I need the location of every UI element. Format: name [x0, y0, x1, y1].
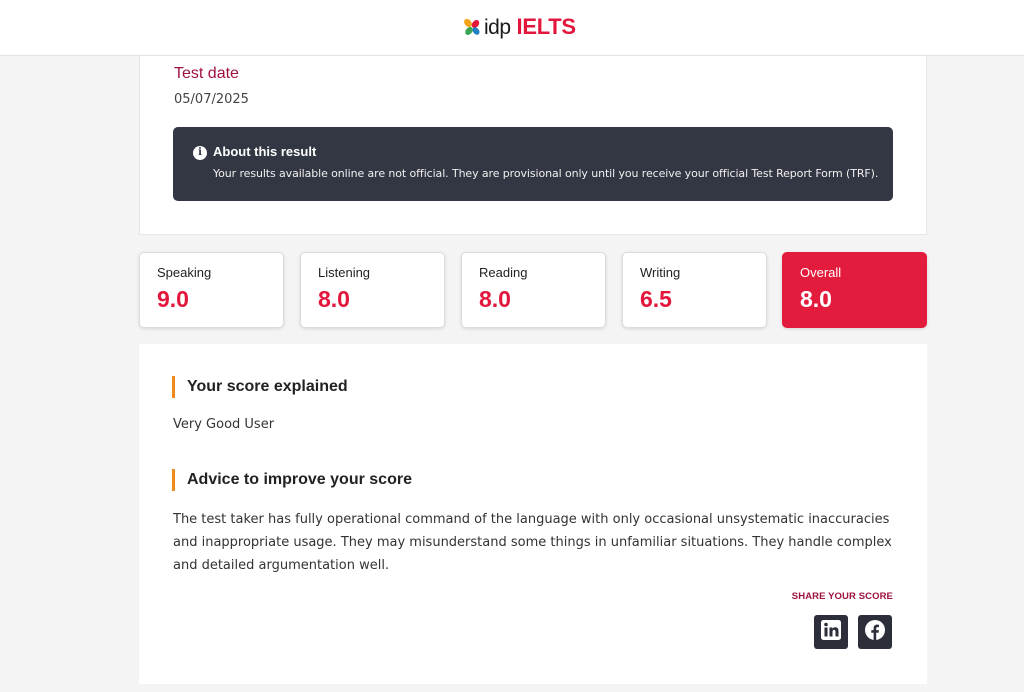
score-label: Writing — [640, 265, 681, 280]
score-label: Speaking — [157, 265, 212, 280]
test-info-card: Test date 05/07/2025 i About this result… — [139, 56, 927, 235]
logo-idp-text: idp — [484, 15, 511, 39]
score-value: 8.0 — [479, 286, 511, 312]
advice-heading: Advice to improve your score — [172, 469, 412, 491]
about-result-text: Your results available online are not of… — [213, 167, 879, 180]
score-card-writing: Writing 6.5 — [622, 252, 767, 328]
score-card-listening: Listening 8.0 — [300, 252, 445, 328]
idp-ielts-logo[interactable]: idp IELTS — [462, 14, 576, 40]
about-result-banner: i About this result Your results availab… — [173, 127, 893, 201]
score-explained-heading: Your score explained — [172, 376, 348, 398]
advice-text: The test taker has fully operational com… — [173, 512, 892, 573]
info-icon: i — [193, 146, 207, 160]
score-value: 8.0 — [318, 286, 350, 312]
linkedin-share-button[interactable] — [814, 615, 848, 649]
score-card-overall: Overall 8.0 — [782, 252, 927, 328]
score-value: 8.0 — [800, 286, 832, 312]
score-card-speaking: Speaking 9.0 — [139, 252, 284, 328]
logo-ielts-text: IELTS — [516, 14, 577, 39]
linkedin-icon — [820, 619, 842, 646]
facebook-share-button[interactable] — [858, 615, 892, 649]
about-result-title: About this result — [213, 144, 317, 159]
test-date-label: Test date — [174, 65, 239, 82]
score-value: 6.5 — [640, 286, 672, 312]
test-date-value: 05/07/2025 — [174, 92, 249, 107]
facebook-icon — [864, 619, 886, 646]
score-value: 9.0 — [157, 286, 189, 312]
score-label: Reading — [479, 265, 528, 280]
score-label: Listening — [318, 265, 371, 280]
score-card-reading: Reading 8.0 — [461, 252, 606, 328]
top-header: idp IELTS — [0, 0, 1024, 56]
share-score-label: SHARE YOUR SCORE — [791, 591, 893, 602]
score-label: Overall — [800, 265, 842, 280]
score-explanation-card: Your score explained Very Good User Advi… — [139, 344, 927, 684]
band-description: Very Good User — [173, 417, 275, 432]
idp-flower-icon — [462, 17, 482, 37]
